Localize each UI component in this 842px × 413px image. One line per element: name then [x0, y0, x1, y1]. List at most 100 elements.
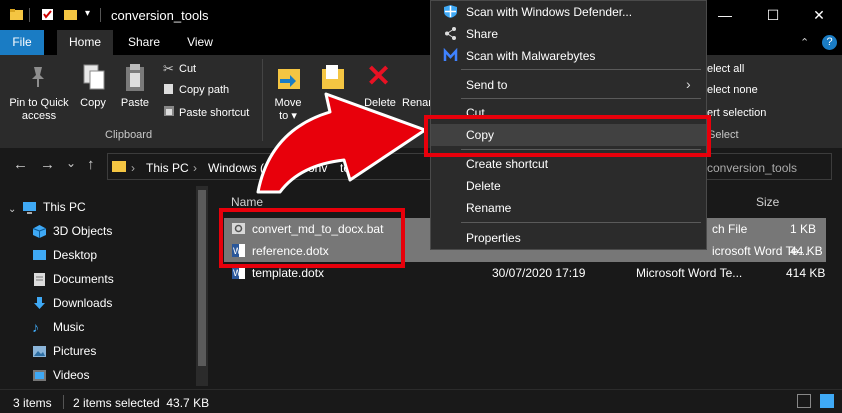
pin-icon — [32, 67, 44, 87]
chevron-down-icon[interactable]: ⌄ — [8, 204, 16, 215]
tab-file[interactable]: File — [0, 30, 44, 55]
collapse-ribbon-icon[interactable]: ⌃ — [800, 36, 809, 49]
menu-item-scan-malwarebytes[interactable]: Scan with Malwarebytes — [431, 45, 706, 67]
file-size: 414 KB — [786, 266, 826, 280]
minimize-button[interactable]: — — [710, 5, 740, 25]
folder-icon — [112, 161, 126, 172]
scissors-icon: ✂ — [163, 61, 174, 76]
maximize-button[interactable]: ☐ — [758, 5, 788, 25]
desktop-icon — [33, 250, 46, 260]
nav-label: Documents — [53, 272, 114, 286]
paste-shortcut-button[interactable]: Paste shortcut — [179, 107, 249, 120]
menu-label: Scan with Malwarebytes — [466, 49, 596, 63]
music-icon: ♪ — [32, 319, 39, 335]
breadcrumb-separator: › — [193, 161, 197, 175]
pin-to-quick-access-button[interactable]: Pin to Quick access — [2, 97, 76, 123]
annotation-highlight-files — [219, 208, 405, 268]
menu-label: Create shortcut — [466, 157, 549, 171]
folder-icon — [10, 9, 23, 20]
file-size: 44 KB — [790, 244, 823, 258]
nav-item-3d-objects[interactable]: 3D Objects — [30, 221, 205, 243]
nav-label: 3D Objects — [53, 224, 113, 238]
menu-label: Send to — [466, 78, 508, 92]
svg-text:W: W — [233, 268, 242, 278]
up-button[interactable]: ↑ — [87, 156, 95, 173]
cube-icon — [32, 225, 47, 238]
forward-button[interactable]: → — [40, 156, 55, 173]
menu-label: Delete — [466, 179, 501, 193]
nav-item-desktop[interactable]: Desktop — [30, 245, 205, 267]
pin-label-line2: access — [21, 110, 57, 122]
nav-label: Music — [53, 320, 85, 334]
breadcrumb-this-pc[interactable]: This PC — [146, 161, 189, 175]
menu-separator — [461, 98, 701, 99]
paste-button[interactable]: Paste — [116, 97, 154, 110]
nav-pane-scrollbar-thumb[interactable] — [198, 190, 206, 366]
copy-path-button[interactable]: Copy path — [179, 84, 229, 97]
cut-button[interactable]: Cut — [179, 63, 196, 76]
nav-item-documents[interactable]: Documents — [30, 269, 205, 291]
search-placeholder: conversion_tools — [707, 161, 798, 175]
menu-item-scan-defender[interactable]: Scan with Windows Defender... — [431, 1, 706, 23]
tab-home[interactable]: Home — [57, 30, 113, 55]
navigation-pane: ⌄ This PC 3D Objects Desktop Documents D… — [0, 183, 210, 389]
column-header-size[interactable]: Size — [756, 195, 779, 209]
title-bar: ▾ conversion_tools — ☐ ✕ — [0, 0, 842, 30]
pictures-icon — [33, 346, 46, 357]
shield-icon — [444, 5, 457, 18]
menu-item-delete[interactable]: Delete — [431, 175, 706, 197]
close-button[interactable]: ✕ — [804, 5, 834, 25]
menu-item-rename[interactable]: Rename — [431, 197, 706, 219]
menu-label: Rename — [466, 201, 512, 215]
tab-share[interactable]: Share — [126, 30, 162, 55]
status-divider — [63, 395, 64, 409]
documents-icon — [34, 273, 45, 286]
invert-selection-button[interactable]: ert selection — [707, 107, 766, 120]
menu-label: Properties — [466, 231, 521, 245]
status-selection: 2 items selected 43.7 KB — [73, 396, 210, 410]
copy-path-icon — [164, 84, 173, 94]
properties-icon[interactable] — [41, 8, 54, 21]
menu-item-properties[interactable]: Properties — [431, 227, 706, 249]
title-divider — [29, 8, 30, 22]
nav-item-this-pc[interactable]: This PC — [20, 197, 195, 219]
menu-separator — [461, 69, 701, 70]
nav-item-videos[interactable]: Videos — [30, 365, 205, 387]
menu-separator — [461, 222, 701, 223]
recent-locations-dropdown[interactable]: ⌄ — [66, 156, 76, 170]
computer-icon — [23, 202, 36, 214]
pin-label-line1: Pin to Quick — [9, 97, 69, 109]
nav-item-downloads[interactable]: Downloads — [30, 293, 205, 315]
help-icon[interactable]: ? — [822, 35, 837, 50]
select-none-button[interactable]: elect none — [707, 84, 758, 97]
nav-label: This PC — [43, 200, 86, 214]
details-view-icon[interactable] — [797, 394, 811, 408]
window-title: conversion_tools — [111, 8, 209, 23]
select-all-button[interactable]: elect all — [707, 63, 744, 76]
annotation-arrow — [256, 92, 427, 194]
malwarebytes-icon — [443, 48, 458, 61]
file-name: template.dotx — [252, 266, 325, 280]
menu-item-share[interactable]: Share — [431, 23, 706, 45]
copy-large-icon — [83, 64, 105, 90]
search-input[interactable]: conversion_tools — [702, 153, 832, 180]
copy-button[interactable]: Copy — [76, 97, 110, 110]
ribbon-tab-bar: File Home Share View ⌃ ? — [0, 30, 842, 55]
select-group-label: Select — [708, 129, 739, 141]
nav-label: Desktop — [53, 248, 98, 262]
menu-item-send-to[interactable]: Send to › — [431, 74, 706, 96]
breadcrumb-separator: › — [131, 161, 135, 175]
nav-item-music[interactable]: ♪ Music — [30, 317, 205, 339]
nav-item-pictures[interactable]: Pictures — [30, 341, 205, 363]
large-icons-view-icon[interactable] — [820, 394, 834, 408]
title-divider — [100, 8, 101, 22]
quick-access-dropdown-icon[interactable]: ▾ — [85, 8, 90, 19]
status-item-count: 3 items — [13, 396, 52, 410]
new-folder-icon[interactable] — [64, 8, 77, 21]
tab-view[interactable]: View — [186, 30, 214, 55]
menu-label: Share — [466, 27, 499, 41]
nav-label: Pictures — [53, 344, 97, 358]
paste-icon — [126, 64, 144, 91]
file-type: ch File — [712, 222, 748, 236]
back-button[interactable]: ← — [13, 156, 28, 173]
